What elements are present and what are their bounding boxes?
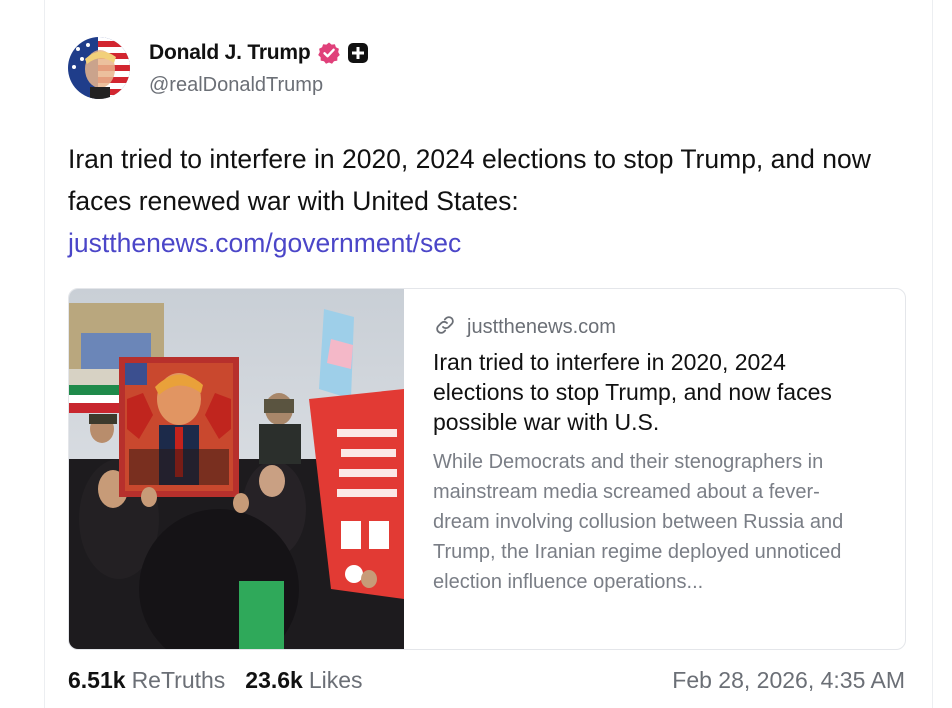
avatar-image: [68, 37, 130, 99]
plus-badge-icon: [347, 42, 369, 64]
post-stats: 6.51k ReTruths 23.6k Likes: [68, 664, 383, 696]
post-timestamp[interactable]: Feb 28, 2026, 4:35 AM: [672, 664, 905, 696]
author-display-name[interactable]: Donald J. Trump: [149, 41, 311, 65]
retruths-label: ReTruths: [131, 666, 226, 693]
link-icon: [433, 313, 457, 342]
preview-description: While Democrats and their stenographers …: [433, 451, 844, 593]
preview-domain-row: justthenews.com: [433, 311, 873, 343]
avatar[interactable]: [68, 37, 130, 99]
verified-badge-icon: [317, 41, 341, 65]
preview-image: [69, 289, 404, 649]
link-preview-card[interactable]: justthenews.com Iran tried to interfere …: [68, 288, 906, 650]
preview-domain: justthenews.com: [467, 315, 616, 338]
post-text: Iran tried to interfere in 2020, 2024 el…: [68, 138, 908, 264]
likes-count: 23.6k: [245, 666, 303, 693]
retruths-stat[interactable]: 6.51k ReTruths: [68, 667, 225, 694]
preview-title: Iran tried to interfere in 2020, 2024 el…: [433, 349, 832, 435]
likes-stat[interactable]: 23.6k Likes: [245, 667, 362, 694]
author-handle[interactable]: @realDonaldTrump: [149, 74, 323, 97]
likes-label: Likes: [308, 666, 363, 693]
author-name-row: Donald J. Trump: [149, 38, 369, 68]
retruths-count: 6.51k: [68, 666, 126, 693]
post-body: Iran tried to interfere in 2020, 2024 el…: [68, 144, 871, 216]
post-link[interactable]: justthenews.com/government/sec: [68, 222, 908, 264]
preview-body: justthenews.com Iran tried to interfere …: [433, 311, 873, 597]
